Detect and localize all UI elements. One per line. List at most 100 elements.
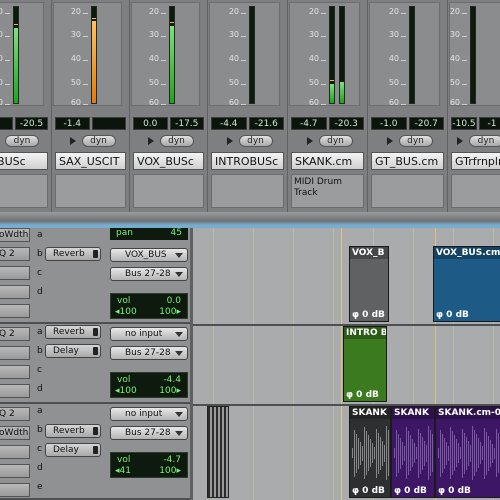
volume-pan-display[interactable]: vol -4.7 ◂41 100▸ bbox=[110, 452, 188, 478]
insert-slot-left[interactable] bbox=[0, 483, 30, 497]
comments-field[interactable] bbox=[55, 174, 126, 208]
waveform-segment bbox=[426, 444, 427, 462]
bar-line bbox=[341, 228, 342, 500]
play-arrow-icon[interactable] bbox=[226, 137, 233, 145]
insert-slot-left[interactable] bbox=[0, 304, 30, 318]
automation-dyn-button[interactable]: dyn bbox=[81, 135, 116, 147]
input-label: no input bbox=[125, 409, 163, 419]
meter-scale-label: 20 bbox=[228, 7, 239, 16]
insert-bypass-grip[interactable] bbox=[93, 347, 98, 355]
play-arrow-icon[interactable] bbox=[147, 137, 154, 145]
insert-slot-left[interactable]: Q 2 bbox=[0, 327, 30, 341]
peak-readout: -20.3 bbox=[328, 117, 364, 130]
insert-plugin-button[interactable]: Reverb bbox=[45, 424, 101, 438]
audio-clip[interactable]: INTRO B φ 0 dB bbox=[343, 326, 387, 402]
peak-readout: -1 bbox=[479, 117, 500, 130]
volume-readout[interactable]: 0.0 bbox=[133, 117, 168, 130]
insert-bypass-grip[interactable] bbox=[93, 427, 98, 435]
meter-scale-label: 30 bbox=[388, 30, 399, 39]
track-name-button[interactable]: GTrfrnplr bbox=[451, 152, 500, 170]
insert-plugin-button[interactable]: Reverb bbox=[45, 247, 101, 261]
volume-readout[interactable]: 4 bbox=[0, 117, 13, 130]
insert-bypass-grip[interactable] bbox=[93, 446, 98, 454]
output-selector[interactable]: Bus 27-28 bbox=[110, 346, 188, 360]
insert-bypass-grip[interactable] bbox=[93, 328, 98, 336]
volume-readout[interactable]: -4.4 bbox=[211, 117, 247, 130]
insert-slot-left[interactable] bbox=[0, 384, 30, 398]
volume-readout[interactable]: -1.0 bbox=[371, 117, 407, 130]
waveform-segment bbox=[460, 447, 461, 459]
audio-clip[interactable]: SKANK.cm-05 φ 0 dB bbox=[435, 406, 500, 498]
insert-slot-left[interactable] bbox=[0, 365, 30, 379]
waveform-segment bbox=[442, 433, 443, 473]
comments-field[interactable]: MIDI Drum Track bbox=[291, 174, 364, 208]
volume-readout[interactable]: -10.5 bbox=[451, 117, 477, 130]
clip-gain: φ 0 dB bbox=[436, 310, 469, 320]
insert-slot-left[interactable] bbox=[0, 464, 30, 478]
waveform-segment bbox=[420, 432, 421, 474]
waveform-segment bbox=[410, 435, 411, 471]
comments-field[interactable] bbox=[371, 174, 444, 208]
insert-plugin-name: Reverb bbox=[53, 426, 85, 436]
insert-slot-left[interactable]: oWdth bbox=[0, 228, 30, 242]
play-arrow-icon[interactable] bbox=[386, 137, 393, 145]
comments-field[interactable] bbox=[451, 174, 500, 208]
audio-clip[interactable]: SKANK φ 0 dB bbox=[391, 406, 435, 498]
meter-box: 20 30 40 50 60 bbox=[0, 2, 44, 107]
waveform-segment bbox=[402, 441, 403, 465]
insert-slot-left[interactable]: Q 2 bbox=[0, 247, 30, 261]
volume-readout[interactable]: -1.4 bbox=[55, 117, 90, 130]
dropdown-arrow-icon bbox=[175, 412, 183, 417]
automation-dyn-button[interactable]: dyn bbox=[398, 135, 433, 147]
insert-plugin-button[interactable]: Delay bbox=[45, 344, 101, 358]
comments-field[interactable] bbox=[133, 174, 204, 208]
play-arrow-icon[interactable] bbox=[306, 137, 313, 145]
play-arrow-icon[interactable] bbox=[457, 137, 463, 145]
insert-slot-left[interactable] bbox=[0, 445, 30, 459]
track-name-button[interactable]: GT_BUS.cm bbox=[371, 152, 444, 170]
track-name-button[interactable]: SAX_USCIT bbox=[55, 152, 126, 170]
input-selector[interactable]: no input bbox=[110, 407, 188, 421]
meter-scale-label: 60 bbox=[0, 98, 3, 107]
timeline[interactable]: VOX_B φ 0 dB VOX_BUS.cm φ 0 dB INTRO B φ 0 dB… bbox=[190, 228, 500, 500]
output-selector[interactable]: Bus 27-28 bbox=[110, 426, 188, 440]
audio-clip[interactable]: VOX_BUS.cm φ 0 dB bbox=[433, 246, 500, 322]
track-name-button[interactable]: INTROBUSc bbox=[211, 152, 284, 170]
audio-clip[interactable]: VOX_B φ 0 dB bbox=[349, 246, 389, 322]
audio-clip[interactable]: SKANK φ 0 dB bbox=[349, 406, 391, 498]
volume-readout[interactable]: -4.7 bbox=[291, 117, 327, 130]
track-name-button[interactable]: SKANK.cm bbox=[291, 152, 364, 170]
track-name-button[interactable]: X_BUSc bbox=[0, 152, 48, 170]
dropdown-arrow-icon bbox=[175, 431, 183, 436]
meter-scale-label: 30 bbox=[70, 30, 81, 39]
input-selector[interactable]: no input bbox=[110, 327, 188, 341]
automation-dyn-button[interactable]: dyn bbox=[469, 135, 500, 147]
play-arrow-icon[interactable] bbox=[69, 137, 76, 145]
automation-dyn-button[interactable]: dyn bbox=[238, 135, 273, 147]
insert-slot-left[interactable] bbox=[0, 285, 30, 299]
insert-slot-left[interactable]: Q 2 bbox=[0, 407, 30, 421]
window-divider[interactable] bbox=[0, 212, 500, 228]
volume-pan-display[interactable]: vol -4.4 ◂100 100▸ bbox=[110, 372, 188, 398]
peak-readout: -20.5 bbox=[15, 117, 48, 130]
insert-plugin-button[interactable]: Delay bbox=[45, 443, 101, 457]
automation-dyn-button[interactable]: dyn bbox=[159, 135, 194, 147]
input-selector[interactable]: VOX_BUS bbox=[110, 248, 188, 262]
automation-dyn-button[interactable]: dyn bbox=[318, 135, 353, 147]
insert-plugin-button[interactable]: Reverb bbox=[45, 325, 101, 339]
meter-tick bbox=[401, 36, 406, 37]
automation-dyn-button[interactable]: dyn bbox=[5, 135, 39, 147]
insert-slot-left[interactable] bbox=[0, 266, 30, 280]
track-name-button[interactable]: VOX_BUSc bbox=[133, 152, 204, 170]
output-selector[interactable]: Bus 27-28 bbox=[110, 267, 188, 281]
insert-bypass-grip[interactable] bbox=[93, 250, 98, 258]
volume-pan-display[interactable]: vol 0.0 ◂100 100▸ bbox=[110, 293, 188, 319]
insert-slot-left[interactable]: oWdth bbox=[0, 426, 30, 440]
comments-field[interactable] bbox=[0, 174, 48, 208]
clip-name: SKANK.cm-05 bbox=[438, 408, 500, 418]
waveform-segment bbox=[456, 439, 457, 467]
comments-field[interactable] bbox=[211, 174, 284, 208]
pan-display: pan 45 bbox=[110, 228, 188, 240]
waveform-segment bbox=[494, 447, 495, 459]
insert-slot-left[interactable] bbox=[0, 346, 30, 360]
